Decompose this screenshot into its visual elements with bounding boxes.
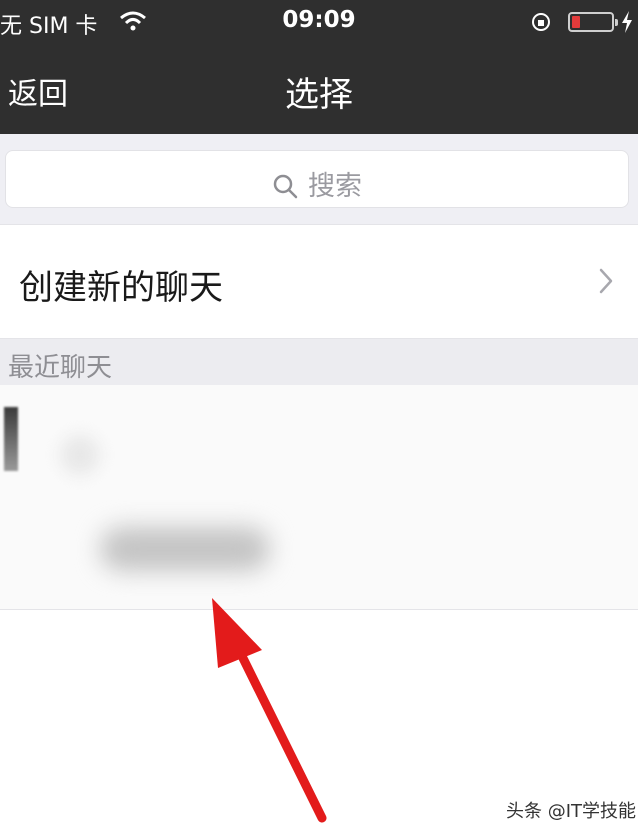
search-input[interactable]: 搜索 [5, 150, 629, 208]
battery-icon [568, 12, 618, 32]
create-new-chat-item[interactable]: 创建新的聊天 [0, 224, 638, 339]
watermark: 头条 @IT学技能 [506, 801, 637, 822]
status-bar: 无 SIM 卡 09:09 [0, 0, 638, 45]
rotation-lock-icon [532, 13, 550, 31]
recent-chats-header: 最近聊天 [0, 339, 638, 385]
search-placeholder: 搜索 [308, 171, 362, 202]
battery-level [572, 16, 580, 28]
page-title: 选择 [285, 75, 353, 115]
recent-chats-label: 最近聊天 [8, 353, 113, 383]
search-area: 搜索 [0, 134, 638, 224]
avatar [4, 407, 18, 471]
chevron-right-icon [599, 268, 613, 294]
blurred-contact-name [60, 435, 100, 475]
navigation-bar: 返回 选择 [0, 45, 638, 134]
create-new-chat-label: 创建新的聊天 [19, 268, 223, 308]
blurred-contact-detail [100, 527, 270, 571]
recent-chat-item[interactable] [0, 385, 638, 610]
charging-icon [622, 11, 632, 33]
search-icon [273, 174, 298, 199]
